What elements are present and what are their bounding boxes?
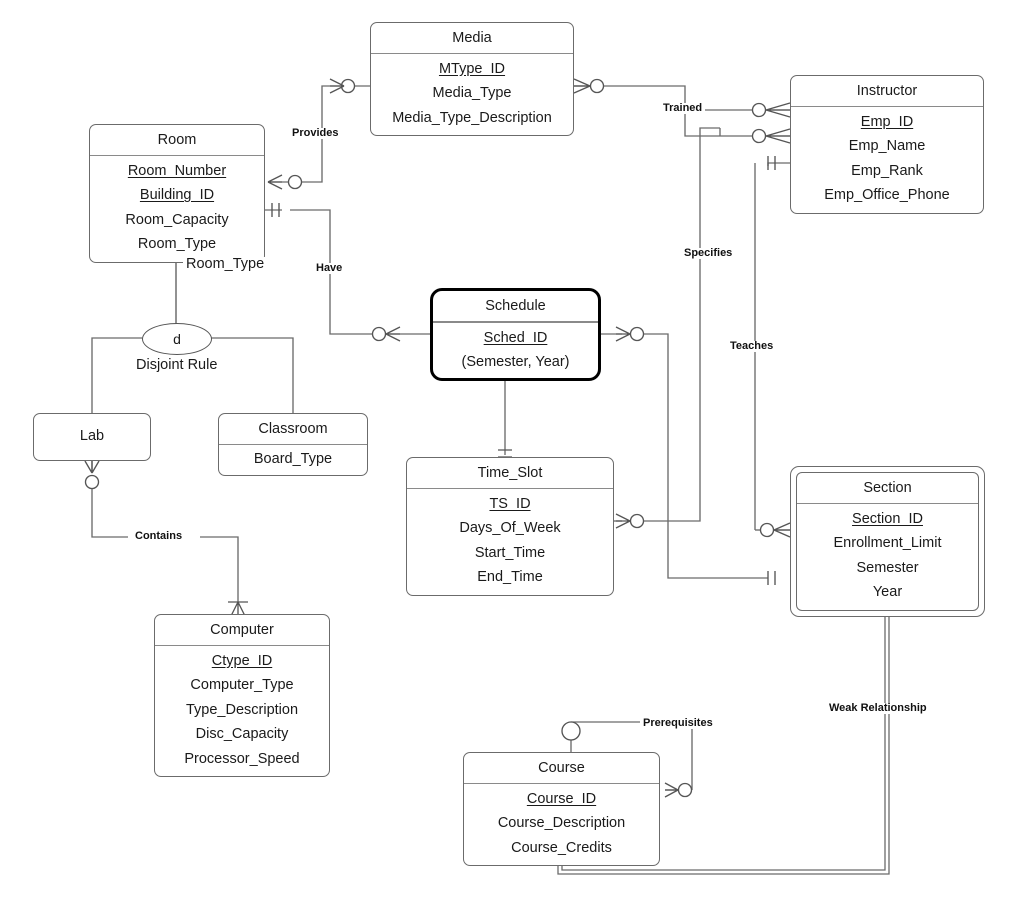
entity-classroom-attributes: Board_Type [219, 445, 367, 476]
relationship-label-specifies: Specifies [681, 248, 736, 259]
entity-schedule-attributes: Sched_ID (Semester, Year) [433, 323, 598, 378]
attribute-emp-rank: Emp_Rank [851, 162, 923, 179]
entity-section-title: Section [797, 473, 978, 504]
discriminator-room-type-label: Room_Type [183, 257, 268, 272]
attribute-semester: Semester [856, 559, 919, 576]
entity-schedule-title: Schedule [433, 291, 598, 323]
attribute-enrollment-limit: Enrollment_Limit [833, 535, 942, 551]
attribute-building-id: Building_ID [139, 187, 215, 203]
entity-classroom[interactable]: Classroom Board_Type [218, 413, 368, 476]
attribute-emp-id: Emp_ID [860, 113, 914, 130]
attribute-course-credits: Course_Credits [511, 839, 612, 856]
relationship-label-prerequisites: Prerequisites [640, 718, 716, 729]
entity-section[interactable]: Section Section_ID Enrollment_Limit Seme… [790, 466, 985, 617]
attribute-room-capacity: Room_Capacity [125, 211, 229, 228]
relationship-label-provides: Provides [289, 128, 342, 139]
entity-room-attributes: Room_Number Building_ID Room_Capacity Ro… [90, 156, 264, 262]
attribute-course-description: Course_Description [497, 815, 626, 831]
attribute-mtype-id: MType_ID [438, 60, 506, 77]
attribute-ctype-id: Ctype_ID [211, 652, 273, 669]
attribute-emp-office-phone: Emp_Office_Phone [824, 187, 950, 203]
entity-course[interactable]: Course Course_ID Course_Description Cour… [463, 752, 660, 866]
disjoint-rule-label: Disjoint Rule [133, 358, 221, 373]
entity-computer-title: Computer [155, 615, 329, 646]
entity-time-slot-attributes: TS_ID Days_Of_Week Start_Time End_Time [407, 489, 613, 595]
relationship-label-teaches: Teaches [727, 341, 777, 352]
entity-time-slot[interactable]: Time_Slot TS_ID Days_Of_Week Start_Time … [406, 457, 614, 596]
entity-computer-attributes: Ctype_ID Computer_Type Type_Description … [155, 646, 329, 777]
entity-instructor-title: Instructor [791, 76, 983, 107]
attribute-end-time: End_Time [477, 569, 543, 585]
relationship-label-trained: Trained [660, 103, 706, 114]
entity-classroom-title: Classroom [219, 414, 367, 445]
attribute-computer-type: Computer_Type [190, 677, 294, 693]
attribute-disc-capacity: Disc_Capacity [195, 726, 289, 742]
attribute-media-type-description: Media_Type_Description [392, 109, 552, 126]
entity-lab[interactable]: Lab [33, 413, 151, 461]
relationship-label-have: Have [313, 263, 346, 274]
disjoint-symbol: d [142, 323, 212, 355]
entity-media-attributes: MType_ID Media_Type Media_Type_Descripti… [371, 54, 573, 136]
entity-room-title: Room [90, 125, 264, 156]
attribute-room-type: Room_Type [137, 236, 217, 252]
entity-course-attributes: Course_ID Course_Description Course_Cred… [464, 784, 659, 866]
entity-media[interactable]: Media MType_ID Media_Type Media_Type_Des… [370, 22, 574, 136]
entity-section-attributes: Section_ID Enrollment_Limit Semester Yea… [797, 504, 978, 610]
relationship-label-weak-relationship: Weak Relationship [826, 703, 930, 714]
attribute-room-number: Room_Number [127, 162, 227, 179]
attribute-media-type: Media_Type [432, 85, 512, 101]
entity-time-slot-title: Time_Slot [407, 458, 613, 489]
entity-lab-title: Lab [79, 428, 105, 444]
attribute-days-of-week: Days_Of_Week [459, 520, 561, 536]
entity-room[interactable]: Room Room_Number Building_ID Room_Capaci… [89, 124, 265, 263]
attribute-semester-year: (Semester, Year) [461, 354, 570, 370]
attribute-ts-id: TS_ID [489, 495, 531, 512]
attribute-sched-id: Sched_ID [483, 329, 548, 346]
er-diagram-canvas: Media MType_ID Media_Type Media_Type_Des… [0, 0, 1024, 899]
relationship-label-contains: Contains [132, 531, 186, 542]
attribute-section-id: Section_ID [852, 510, 923, 527]
disjoint-symbol-label: d [173, 331, 181, 347]
attribute-board-type: Board_Type [253, 450, 333, 467]
entity-schedule[interactable]: Schedule Sched_ID (Semester, Year) [430, 288, 601, 381]
entity-instructor[interactable]: Instructor Emp_ID Emp_Name Emp_Rank Emp_… [790, 75, 984, 214]
attribute-course-id: Course_ID [526, 790, 597, 807]
entity-course-title: Course [464, 753, 659, 784]
attribute-start-time: Start_Time [474, 544, 546, 561]
attribute-emp-name: Emp_Name [848, 138, 926, 154]
attribute-processor-speed: Processor_Speed [184, 750, 300, 767]
entity-section-inner: Section Section_ID Enrollment_Limit Seme… [796, 472, 979, 611]
entity-instructor-attributes: Emp_ID Emp_Name Emp_Rank Emp_Office_Phon… [791, 107, 983, 213]
attribute-type-description: Type_Description [185, 701, 299, 718]
entity-media-title: Media [371, 23, 573, 54]
entity-computer[interactable]: Computer Ctype_ID Computer_Type Type_Des… [154, 614, 330, 777]
attribute-year: Year [872, 584, 903, 600]
